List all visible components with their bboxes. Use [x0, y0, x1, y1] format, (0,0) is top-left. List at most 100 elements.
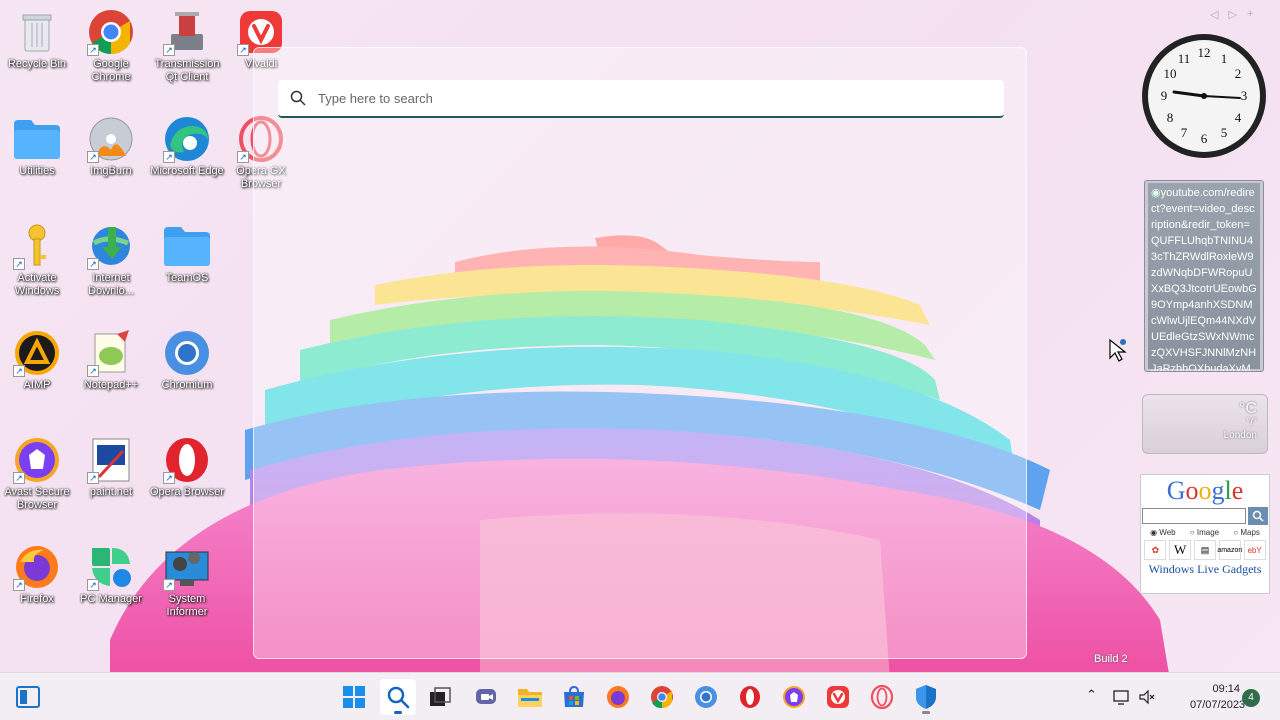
clock-numeral: 5: [1221, 125, 1228, 140]
clock-gadget[interactable]: 12 1 2 3 4 5 6 7 8 9 10 11: [1140, 32, 1268, 160]
chevron-up-icon[interactable]: ⌃: [1086, 687, 1097, 703]
desktop-icon-chromium[interactable]: Chromium: [150, 329, 224, 392]
desktop-icon-avast-secure-browser[interactable]: ↗ Avast Secure Browser: [0, 436, 74, 512]
desktop-icon-firefox[interactable]: ↗ Firefox: [0, 543, 74, 606]
desktop-icon-paint-net[interactable]: ↗ paint.net: [74, 436, 148, 499]
clock-numeral: 4: [1235, 110, 1242, 125]
desktop-icon-notepad-plus-plus[interactable]: ↗ Notepad++: [74, 329, 148, 392]
shortcut-arrow-icon: ↗: [87, 44, 99, 56]
clock-numeral: 8: [1167, 110, 1174, 125]
desktop-icon-opera-browser[interactable]: ↗ Opera Browser: [150, 436, 224, 499]
notepad-plus-plus-icon: ↗: [87, 329, 135, 377]
start-button[interactable]: [336, 679, 372, 715]
chat-icon: [476, 689, 496, 704]
avast-browser-taskbar-button[interactable]: [776, 679, 812, 715]
chromium-taskbar-button[interactable]: [688, 679, 724, 715]
desktop-icon-activate-windows[interactable]: ↗ Activate Windows: [0, 222, 74, 298]
desktop-icon-teamos[interactable]: TeamOS: [150, 222, 224, 285]
desktop-icon-utilities[interactable]: Utilities: [0, 115, 74, 178]
desktop-icon-aimp[interactable]: ↗ AIMP: [0, 329, 74, 392]
desktop-icon-system-informer[interactable]: ↗ System Informer: [150, 543, 224, 619]
windows-live-gadgets-link[interactable]: Windows Live Gadgets: [1141, 562, 1269, 577]
defender-taskbar-button[interactable]: [908, 679, 944, 715]
chrome-taskbar-button[interactable]: [644, 679, 680, 715]
search-input[interactable]: [318, 90, 918, 106]
firefox-taskbar-button[interactable]: [600, 679, 636, 715]
network-icon[interactable]: [1112, 688, 1130, 706]
desktop-icon-label: Microsoft Edge: [150, 165, 224, 177]
file-explorer-button[interactable]: [512, 679, 548, 715]
add-gadget-icon[interactable]: +: [1247, 8, 1253, 24]
avast-browser-icon: ↗: [13, 436, 61, 484]
mouse-cursor-icon: [1109, 338, 1127, 362]
widgets-button[interactable]: [10, 679, 46, 715]
microsoft-store-button[interactable]: [556, 679, 592, 715]
shortcut-arrow-icon: ↗: [237, 151, 249, 163]
key-icon: ↗: [13, 222, 61, 270]
next-gadget-icon[interactable]: ▷: [1228, 8, 1236, 24]
shortcut-arrow-icon: ↗: [87, 151, 99, 163]
desktop-icon-google-chrome[interactable]: ↗ Google Chrome: [74, 8, 148, 84]
taskbar-time: 09:14: [1212, 683, 1240, 695]
desktop-icon-internet-download-manager[interactable]: ↗ Internet Downlo...: [74, 222, 148, 298]
desktop-icon-label: ImgBurn: [90, 165, 132, 177]
search-icon: [387, 686, 410, 709]
desktop-icon-transmission[interactable]: ↗ Transmission Qt Client: [150, 8, 224, 84]
recycle-bin-icon: [13, 8, 61, 56]
google-logo: Google: [1166, 476, 1244, 505]
clock-numeral: 10: [1164, 66, 1177, 81]
desktop-icon-label: Firefox: [20, 593, 54, 605]
notification-badge[interactable]: 4: [1242, 689, 1260, 707]
folder-icon: [13, 115, 61, 163]
wikipedia-icon[interactable]: W: [1169, 540, 1192, 560]
pc-manager-icon: ↗: [87, 543, 135, 591]
radio-maps-label: Maps: [1240, 528, 1260, 537]
news-icon[interactable]: ▤: [1193, 540, 1216, 560]
paint-net-icon: ↗: [87, 436, 135, 484]
file-explorer-icon: [518, 689, 542, 707]
search-box[interactable]: [278, 80, 1004, 118]
amazon-icon[interactable]: amazon: [1217, 540, 1242, 560]
desktop-icon-pc-manager[interactable]: ↗ PC Manager: [74, 543, 148, 606]
avast-browser-icon: [783, 686, 805, 708]
desktop-icon-label: Internet Downlo...: [88, 272, 134, 297]
clock-numeral: 3: [1241, 88, 1248, 103]
task-view-button[interactable]: [422, 679, 458, 715]
shortcut-arrow-icon: ↗: [13, 579, 25, 591]
shortcut-arrow-icon: ↗: [13, 258, 25, 270]
google-search-button[interactable]: [1248, 507, 1268, 525]
search-taskbar-button[interactable]: [380, 679, 416, 715]
opera-icon: [740, 686, 760, 708]
radio-maps[interactable]: ○ Maps: [1233, 528, 1260, 537]
firefox-icon: ↗: [13, 543, 61, 591]
weather-gadget[interactable]: °C °/° London: [1142, 394, 1268, 454]
transmission-icon: ↗: [163, 8, 211, 56]
globe-icon: ◉: [1151, 187, 1161, 199]
opera-gx-taskbar-button[interactable]: [864, 679, 900, 715]
desktop-icon-imgburn[interactable]: ↗ ImgBurn: [74, 115, 148, 178]
feed-text: youtube.com/redirect?event=video_descrip…: [1151, 187, 1257, 372]
taskbar-clock[interactable]: 09:14 07/07/2023: [1190, 681, 1245, 713]
radio-web[interactable]: ◉ Web: [1150, 528, 1176, 537]
clock-numeral: 7: [1181, 125, 1188, 140]
idm-icon: ↗: [87, 222, 135, 270]
desktop-icon-label: Utilities: [19, 165, 55, 177]
vivaldi-icon: [827, 686, 849, 708]
clock-numeral: 2: [1235, 66, 1242, 81]
desktop-icon-recycle-bin[interactable]: Recycle Bin: [0, 8, 74, 71]
volume-muted-icon[interactable]: [1138, 688, 1156, 706]
google-site-icon[interactable]: ✿: [1144, 540, 1167, 560]
shortcut-arrow-icon: ↗: [163, 579, 175, 591]
shortcut-arrow-icon: ↗: [87, 365, 99, 377]
previous-gadget-icon[interactable]: ◁: [1210, 8, 1218, 24]
search-icon: [1252, 510, 1264, 522]
desktop-icon-microsoft-edge[interactable]: ↗ Microsoft Edge: [150, 115, 224, 178]
opera-taskbar-button[interactable]: [732, 679, 768, 715]
google-search-input[interactable]: [1142, 508, 1246, 524]
ebay-icon[interactable]: ebY: [1243, 540, 1266, 560]
shortcut-arrow-icon: ↗: [87, 579, 99, 591]
vivaldi-taskbar-button[interactable]: [820, 679, 856, 715]
teams-chat-button[interactable]: [468, 679, 504, 715]
radio-image[interactable]: ○ Image: [1190, 528, 1219, 537]
feed-gadget[interactable]: ◉youtube.com/redirect?event=video_descri…: [1144, 180, 1264, 372]
